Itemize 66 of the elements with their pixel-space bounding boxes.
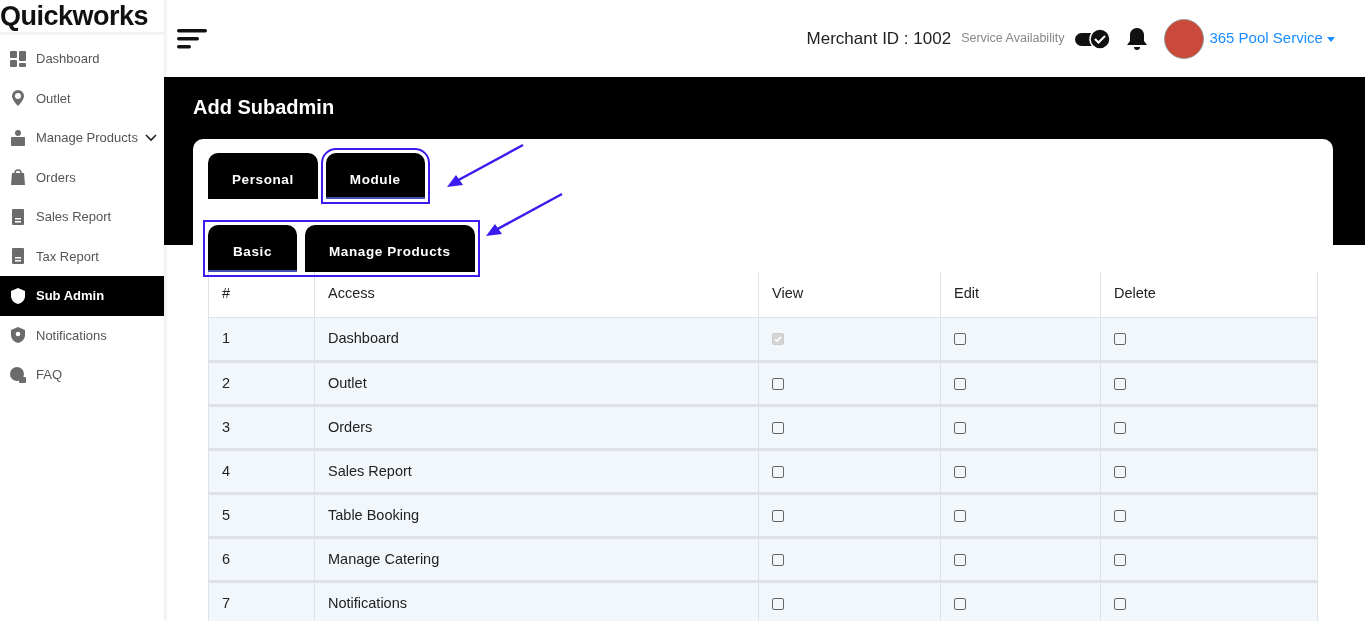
checkbox[interactable] — [1114, 597, 1126, 610]
tab[interactable]: Manage Products — [305, 225, 475, 272]
service-toggle[interactable] — [1074, 26, 1113, 51]
checkbox[interactable] — [954, 597, 966, 610]
column-header: View — [758, 271, 941, 318]
checkbox[interactable] — [954, 377, 966, 390]
sidebar-item[interactable]: Notifications — [0, 315, 164, 355]
checkbox[interactable] — [954, 333, 966, 346]
merchant-id: Merchant ID : 1002 — [806, 27, 952, 50]
column-header: Delete — [1100, 271, 1318, 318]
caret-icon — [1327, 36, 1335, 42]
checkbox[interactable] — [1114, 333, 1126, 346]
table-cell: Orders — [314, 405, 759, 450]
grid-icon — [9, 49, 27, 68]
table-cell: 6 — [208, 537, 315, 582]
table-cell: 2 — [208, 361, 315, 406]
column-header: Edit — [940, 271, 1101, 318]
checkbox[interactable] — [1114, 377, 1126, 390]
table-cell: 7 — [208, 581, 315, 621]
table-cell: Outlet — [314, 361, 759, 406]
report-icon — [9, 207, 27, 226]
page-title: Add Subadmin — [192, 95, 336, 119]
checkbox[interactable] — [772, 465, 784, 478]
column-header: Access — [314, 271, 759, 318]
table-cell: Dashboard — [314, 317, 759, 362]
checkbox[interactable] — [772, 597, 784, 610]
pin-icon — [9, 89, 27, 108]
checkbox[interactable] — [954, 465, 966, 478]
sidebar-item[interactable]: Sub Admin — [0, 276, 164, 316]
menu-icon — [176, 26, 208, 51]
checkbox[interactable] — [954, 421, 966, 434]
checkbox[interactable] — [1114, 553, 1126, 566]
bag-icon — [9, 168, 27, 187]
sidebar-item[interactable]: FAQ — [0, 355, 164, 395]
bell-icon[interactable] — [1126, 25, 1149, 52]
checkbox[interactable] — [772, 553, 784, 566]
sidebar-item[interactable]: Manage Products — [0, 118, 164, 158]
shield-icon — [9, 286, 27, 305]
table-cell: 1 — [208, 317, 315, 362]
checkbox[interactable] — [772, 509, 784, 522]
menu-button[interactable] — [176, 26, 208, 51]
table-cell: 4 — [208, 449, 315, 494]
table-cell: 3 — [208, 405, 315, 450]
tab[interactable]: Basic — [208, 225, 297, 272]
sidebar-item[interactable]: Outlet — [0, 78, 164, 118]
shield-icon — [9, 326, 27, 345]
checkbox[interactable] — [954, 509, 966, 522]
checkbox[interactable] — [1114, 421, 1126, 434]
table-cell: Sales Report — [314, 449, 759, 494]
column-header: # — [208, 271, 315, 318]
checkbox[interactable] — [772, 421, 784, 434]
table-cell: 5 — [208, 493, 315, 538]
sidebar-item[interactable]: Sales Report — [0, 197, 164, 237]
sidebar-item[interactable]: Orders — [0, 157, 164, 197]
table-cell: Table Booking — [314, 493, 759, 538]
checkbox[interactable] — [1114, 465, 1126, 478]
checkbox[interactable] — [1114, 509, 1126, 522]
sidebar-item[interactable]: Tax Report — [0, 236, 164, 276]
table-cell: Notifications — [314, 581, 759, 621]
checkbox[interactable] — [772, 377, 784, 390]
tab[interactable]: Personal — [208, 153, 318, 200]
sidebar-item[interactable]: Dashboard — [0, 39, 164, 79]
checkbox[interactable] — [954, 553, 966, 566]
table-cell: Manage Catering — [314, 537, 759, 582]
report-icon — [9, 247, 27, 266]
service-label: Service Availability — [961, 30, 1065, 48]
